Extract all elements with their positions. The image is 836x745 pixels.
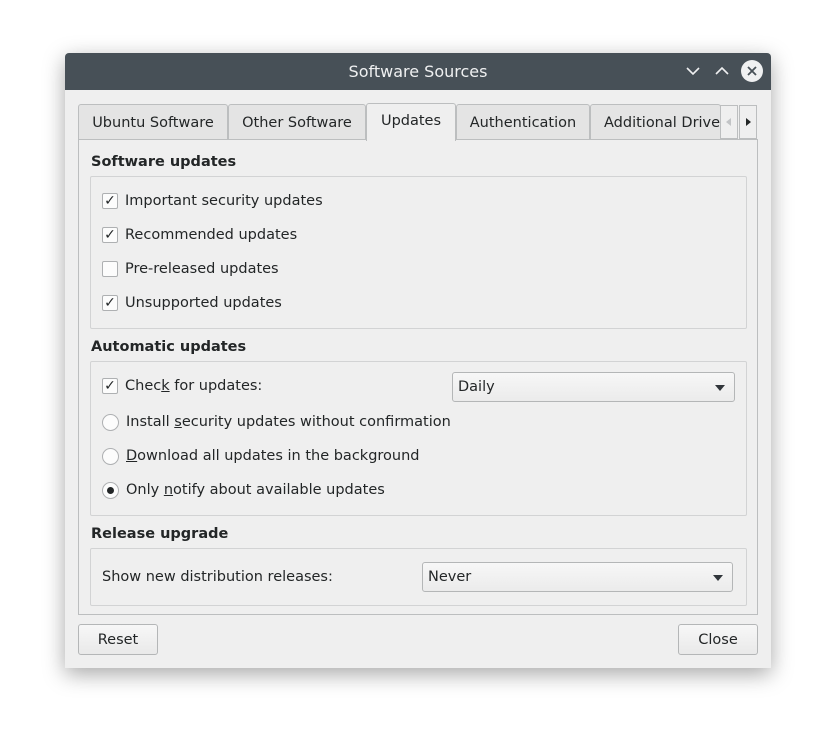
tab-scroll-left-button[interactable] — [720, 105, 738, 139]
install-security-updates-radio[interactable]: Install security updates without confirm… — [102, 411, 451, 433]
dropdown-value: Never — [428, 569, 472, 585]
dropdown-arrow-icon — [713, 575, 723, 581]
radio-dot — [107, 486, 114, 494]
release-upgrade-group: Show new distribution releases: Never — [90, 548, 747, 606]
radio-label: Install security updates without confirm… — [126, 414, 451, 430]
checkbox-label: Unsupported updates — [125, 295, 282, 311]
tab-bar: Ubuntu Software Other Software Updates A… — [78, 103, 758, 141]
tab-label: Authentication — [469, 115, 577, 131]
window-title: Software Sources — [348, 62, 488, 81]
important-security-updates-checkbox[interactable]: ✓ Important security updates — [102, 190, 323, 212]
minimize-button[interactable] — [682, 60, 704, 82]
checkbox-checked[interactable]: ✓ — [102, 295, 118, 311]
tab-authentication[interactable]: Authentication — [456, 104, 590, 140]
automatic-updates-group: ✓ Check for updates: Daily Install secur… — [90, 361, 747, 516]
checkbox-unchecked[interactable] — [102, 261, 118, 277]
button-label: Close — [698, 631, 738, 648]
tab-label: Other Software — [242, 115, 352, 131]
triangle-right-icon — [746, 118, 751, 126]
check-for-updates-checkbox[interactable]: ✓ Check for updates: — [102, 375, 262, 397]
only-notify-updates-radio[interactable]: Only notify about available updates — [102, 479, 385, 501]
dropdown-value: Daily — [458, 379, 495, 395]
checkbox-label: Check for updates: — [125, 378, 263, 394]
chevron-up-icon — [715, 66, 729, 75]
radio-selected[interactable] — [102, 481, 119, 499]
download-updates-background-radio[interactable]: Download all updates in the background — [102, 445, 420, 467]
software-updates-group: ✓ Important security updates ✓ Recommend… — [90, 176, 747, 329]
release-upgrade-dropdown[interactable]: Never — [422, 562, 733, 592]
checkbox-label: Recommended updates — [125, 227, 298, 243]
unsupported-updates-checkbox[interactable]: ✓ Unsupported updates — [102, 292, 282, 314]
button-label: Reset — [97, 631, 139, 648]
checkbox-checked[interactable]: ✓ — [102, 193, 118, 209]
automatic-updates-heading: Automatic updates — [91, 339, 247, 355]
software-sources-window: Software Sources Ubuntu Software Other S… — [65, 53, 771, 668]
checkbox-label: Important security updates — [125, 193, 323, 209]
checkbox-label: Pre-released updates — [125, 261, 279, 277]
recommended-updates-checkbox[interactable]: ✓ Recommended updates — [102, 224, 297, 246]
tab-label: Updates — [380, 113, 442, 129]
triangle-left-icon — [726, 118, 731, 126]
checkbox-checked[interactable]: ✓ — [102, 378, 118, 394]
tab-label: Ubuntu Software — [92, 115, 214, 131]
radio-unselected[interactable] — [102, 413, 119, 431]
maximize-button[interactable] — [711, 60, 733, 82]
pre-released-updates-checkbox[interactable]: Pre-released updates — [102, 258, 279, 280]
tab-scroll-right-button[interactable] — [739, 105, 757, 139]
software-updates-heading: Software updates — [91, 154, 237, 170]
chevron-down-icon — [686, 67, 700, 76]
tab-label: Additional Drivers — [604, 115, 721, 131]
release-upgrade-heading: Release upgrade — [91, 526, 229, 542]
tab-updates[interactable]: Updates — [366, 103, 456, 141]
dropdown-arrow-icon — [715, 385, 725, 391]
close-window-button[interactable] — [741, 60, 763, 82]
close-icon — [747, 66, 757, 76]
radio-unselected[interactable] — [102, 447, 119, 465]
update-frequency-dropdown[interactable]: Daily — [452, 372, 735, 402]
title-bar: Software Sources — [65, 53, 771, 90]
release-upgrade-label: Show new distribution releases: — [102, 569, 333, 585]
checkbox-checked[interactable]: ✓ — [102, 227, 118, 243]
reset-button[interactable]: Reset — [78, 624, 158, 655]
updates-panel: Software updates ✓ Important security up… — [78, 139, 758, 615]
radio-label: Download all updates in the background — [126, 448, 420, 464]
release-upgrade-label-row: Show new distribution releases: — [102, 566, 333, 588]
tab-other-software[interactable]: Other Software — [228, 104, 366, 140]
close-button[interactable]: Close — [678, 624, 758, 655]
tab-additional-drivers[interactable]: Additional Drivers — [590, 104, 721, 140]
tab-ubuntu-software[interactable]: Ubuntu Software — [78, 104, 228, 140]
radio-label: Only notify about available updates — [126, 482, 385, 498]
